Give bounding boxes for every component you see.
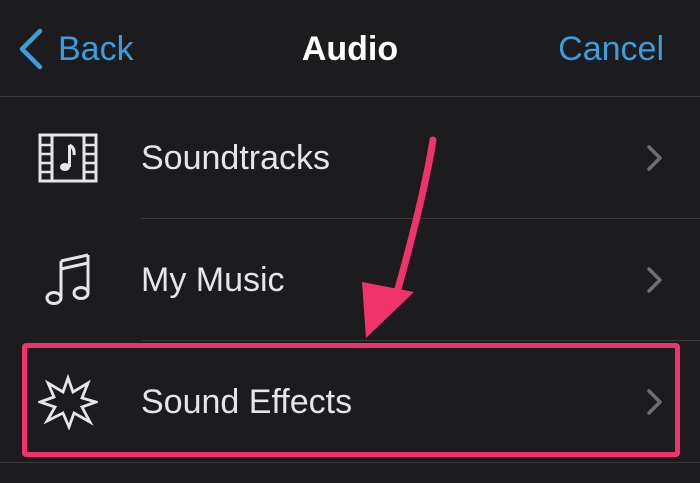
annotation-arrow — [362, 136, 437, 338]
